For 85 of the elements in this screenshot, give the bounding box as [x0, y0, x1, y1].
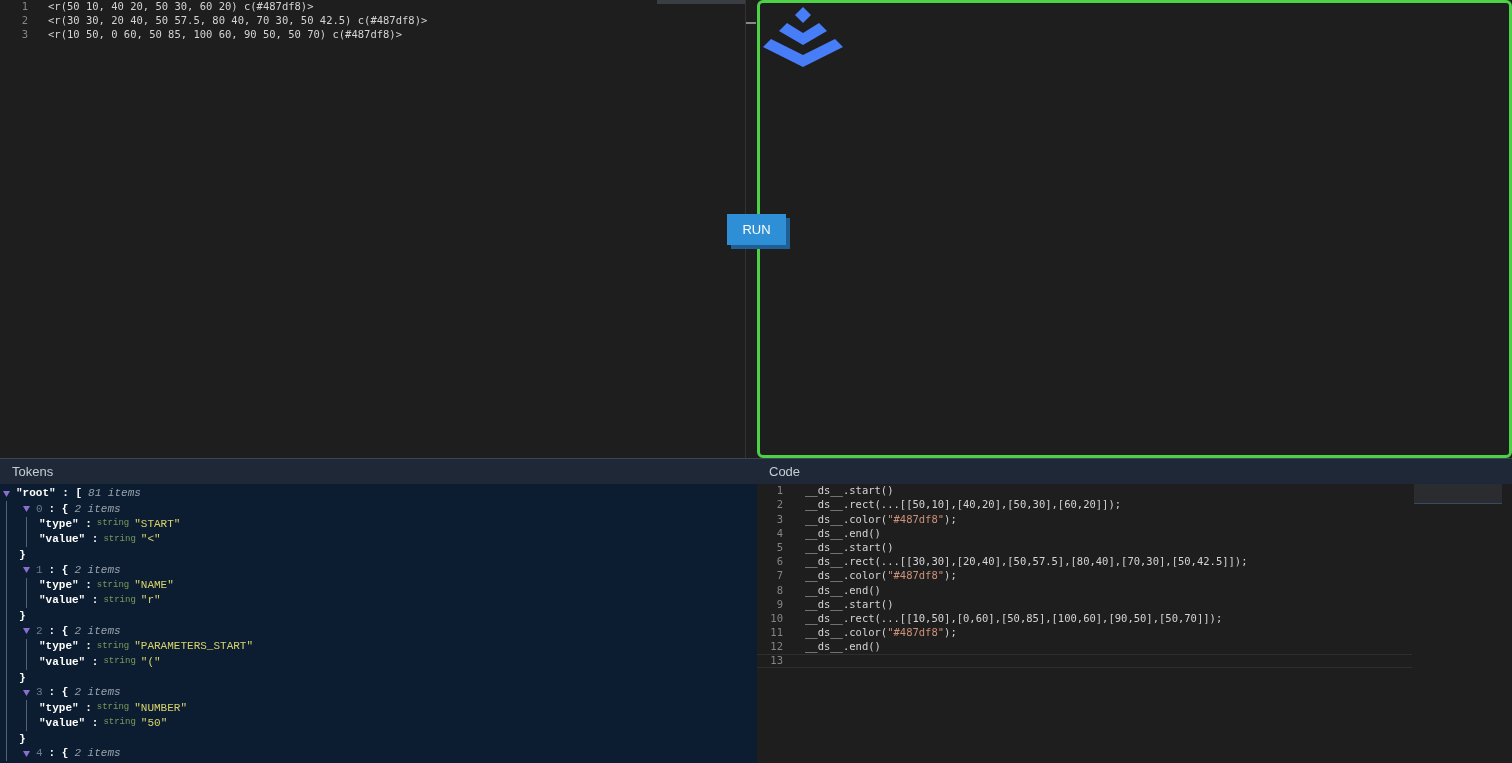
- caret-icon[interactable]: [3, 490, 10, 497]
- field-value: "START": [134, 517, 181, 532]
- value-type: string: [103, 593, 136, 607]
- item-count: 2 items: [74, 624, 121, 640]
- code-line: <r(10 50, 0 60, 50 85, 100 60, 90 50, 50 70) c(#487df8)>: [48, 27, 402, 43]
- node-index: 4: [36, 746, 43, 762]
- value-type: string: [96, 639, 130, 653]
- caret-icon[interactable]: [23, 628, 30, 635]
- value-type: string: [96, 578, 130, 592]
- closing-brace: }: [19, 549, 26, 562]
- node-bracket: : {: [48, 746, 69, 762]
- item-count: 2 items: [74, 746, 121, 762]
- item-count: 2 items: [74, 501, 121, 517]
- field-key: "type" :: [39, 638, 92, 655]
- code-line: __ds__.start(): [805, 597, 894, 613]
- node-index: 3: [36, 685, 43, 701]
- code-line: __ds__.end(): [805, 582, 881, 599]
- line-number: 2: [20, 13, 28, 29]
- field-key: "value" :: [39, 592, 99, 609]
- node-bracket: : {: [48, 624, 69, 640]
- value-type: string: [103, 532, 136, 546]
- code-line: __ds__.color("#487df8");: [805, 625, 957, 641]
- caret-icon[interactable]: [23, 567, 30, 574]
- line-number: 8: [775, 582, 783, 598]
- node-bracket: : {: [48, 562, 69, 578]
- caret-icon[interactable]: [23, 750, 30, 757]
- root-key: "root" : [: [16, 485, 83, 502]
- closing-brace: }: [19, 671, 26, 684]
- line-number: 6: [775, 554, 783, 570]
- field-key: "type" :: [39, 577, 92, 594]
- code-line: <r(50 10, 40 20, 50 30, 60 20) c(#487df8)>: [48, 0, 314, 15]
- node-index: 1: [36, 562, 43, 578]
- code-line: __ds__.end(): [805, 526, 881, 542]
- field-value: "r": [140, 593, 161, 609]
- code-line: <r(30 30, 20 40, 50 57.5, 80 40, 70 30, 50 42.5) c(#487df8)>: [48, 13, 428, 29]
- code-line: __ds__.rect(...[[30,30],[20,40],[50,57.5],[80,40],[70,30],[50,42.5]]);: [805, 554, 1248, 570]
- item-count: 2 items: [74, 562, 121, 578]
- line-number: 7: [775, 568, 783, 584]
- node-index: 0: [36, 501, 43, 517]
- code-line: __ds__.rect(...[[50,10],[40,20],[50,30],[60,20]]);: [805, 497, 1122, 513]
- value-type: string: [96, 517, 130, 531]
- field-value: "<": [140, 532, 161, 548]
- caret-icon[interactable]: [23, 505, 30, 512]
- line-number: 3: [20, 27, 28, 43]
- field-key: "value" :: [39, 714, 99, 732]
- code-line: __ds__.end(): [805, 639, 881, 655]
- line-number: 11: [769, 625, 783, 641]
- line-number: 1: [775, 483, 783, 499]
- field-value: "NUMBER": [134, 700, 188, 716]
- field-value: "PARAMETERS_START": [134, 639, 254, 655]
- field-value: "NAME": [134, 578, 174, 594]
- closing-brace: }: [19, 732, 26, 745]
- closing-brace: }: [19, 610, 26, 623]
- line-number: 5: [775, 539, 783, 555]
- field-key: "type" :: [39, 516, 92, 533]
- line-number: 2: [775, 497, 783, 513]
- code-line: __ds__.color("#487df8");: [805, 568, 957, 584]
- code-line: __ds__.rect(...[[10,50],[0,60],[50,85],[100,60],[90,50],[50,70]]);: [805, 611, 1223, 627]
- value-type: string: [103, 655, 136, 669]
- line-number: 12: [769, 639, 783, 655]
- field-value: "50": [140, 715, 168, 731]
- field-value: "(": [140, 654, 161, 670]
- line-number: 3: [775, 511, 783, 527]
- code-line: __ds__.start(): [805, 540, 894, 556]
- field-key: "value" :: [39, 653, 99, 671]
- node-index: 2: [36, 624, 43, 640]
- value-type: string: [103, 716, 136, 730]
- code-line: __ds__.color("#487df8");: [805, 511, 957, 528]
- scrollbar-marker: [746, 22, 756, 24]
- node-bracket: : {: [48, 501, 69, 517]
- item-count: 2 items: [74, 685, 121, 701]
- line-number: 1: [20, 0, 28, 15]
- code-line: __ds__.start(): [805, 483, 894, 499]
- field-key: "type" :: [39, 699, 92, 717]
- value-type: string: [96, 701, 130, 715]
- node-bracket: : {: [48, 685, 69, 701]
- line-number: 4: [775, 525, 783, 541]
- line-number: 13: [769, 653, 783, 669]
- panel-title: Tokens: [12, 462, 54, 481]
- caret-icon[interactable]: [23, 689, 30, 696]
- panel-title: Code: [769, 462, 801, 481]
- line-number: 10: [769, 610, 783, 626]
- field-key: "value" :: [39, 531, 99, 548]
- line-number: 9: [775, 596, 783, 612]
- item-count: 81 items: [88, 486, 141, 502]
